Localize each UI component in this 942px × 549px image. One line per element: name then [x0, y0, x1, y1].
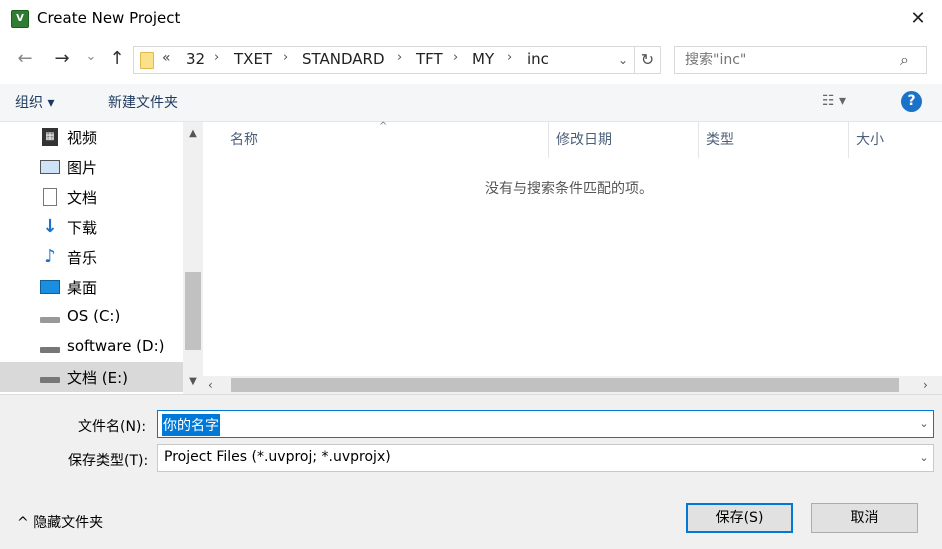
filetype-label: 保存类型(T):	[68, 453, 149, 469]
sidebar-item-label: 音乐	[67, 249, 98, 267]
sidebar-item-desktop[interactable]: 桌面	[0, 272, 183, 302]
os-drive-icon	[40, 317, 60, 323]
filetype-select[interactable]: Project Files (*.uvproj; *.uvprojx) ⌄	[157, 444, 934, 472]
horizontal-scrollbar[interactable]: ‹ ›	[203, 376, 942, 394]
breadcrumb-txet[interactable]: TXET	[234, 50, 272, 68]
hide-folders-toggle[interactable]: ^ 隐藏文件夹	[17, 512, 103, 532]
chevron-down-icon[interactable]: ⌄	[612, 47, 634, 73]
sidebar-item-music[interactable]: ♪ 音乐	[0, 242, 183, 272]
organize-button[interactable]: 组织 ▾	[15, 92, 54, 112]
sidebar-item-os-c[interactable]: OS (C:)	[0, 302, 183, 332]
breadcrumb-standard[interactable]: STANDARD	[302, 50, 385, 68]
scrollbar-thumb[interactable]	[231, 378, 899, 392]
column-header-size[interactable]: 大小	[848, 128, 942, 152]
empty-message: 没有与搜索条件匹配的项。	[485, 181, 653, 197]
sidebar-item-label: 图片	[67, 159, 98, 177]
filetype-value: Project Files (*.uvproj; *.uvprojx)	[164, 449, 391, 465]
documents-icon	[43, 188, 57, 206]
up-arrow-icon[interactable]: ↑	[104, 46, 130, 72]
filename-field[interactable]: 你的名字 ⌄	[157, 410, 934, 438]
chevron-right-icon[interactable]: ›	[214, 50, 219, 65]
title-bar: V Create New Project ✕	[0, 0, 942, 38]
sidebar-item-label: 桌面	[67, 279, 98, 297]
close-icon[interactable]: ✕	[895, 4, 941, 34]
chevron-right-icon[interactable]: ›	[453, 50, 458, 65]
address-overflow-icon[interactable]: «	[162, 50, 171, 66]
chevron-right-icon[interactable]: ›	[397, 50, 402, 65]
filename-value[interactable]: 你的名字	[162, 414, 220, 436]
back-arrow-icon[interactable]: ←	[12, 46, 38, 72]
drive-icon	[40, 347, 60, 353]
cancel-button[interactable]: 取消	[811, 503, 918, 533]
sidebar-item-label: 文档 (E:)	[67, 369, 129, 387]
search-input[interactable]	[685, 51, 885, 69]
navigation-pane: ▦ 视频 图片 文档 ↓ 下载 ♪ 音乐 桌面 OS (C:) software…	[0, 122, 203, 394]
scrollbar-thumb[interactable]	[185, 272, 201, 350]
scroll-down-icon[interactable]: ▼	[183, 372, 203, 392]
breadcrumb-tft[interactable]: TFT	[416, 50, 443, 68]
chevron-down-icon[interactable]: ⌄	[914, 411, 934, 437]
chevron-down-icon[interactable]: ⌄	[914, 445, 934, 471]
address-bar[interactable]: « 32 › TXET › STANDARD › TFT › MY › inc …	[133, 46, 661, 74]
column-header-type[interactable]: 类型	[698, 128, 848, 152]
scroll-left-icon[interactable]: ‹	[208, 376, 213, 394]
save-form: 文件名(N): 你的名字 ⌄ 保存类型(T): Project Files (*…	[0, 394, 942, 549]
sidebar-item-videos[interactable]: ▦ 视频	[0, 122, 183, 152]
new-folder-button[interactable]: 新建文件夹	[108, 92, 178, 112]
video-icon: ▦	[42, 128, 58, 146]
sidebar-item-pictures[interactable]: 图片	[0, 152, 183, 182]
sidebar-item-label: 下载	[67, 219, 98, 237]
music-icon: ♪	[44, 246, 56, 267]
recent-locations-chevron-icon[interactable]: ⌄	[78, 44, 104, 70]
refresh-icon[interactable]: ↻	[634, 47, 660, 73]
uvision-icon: V	[11, 10, 29, 28]
sidebar-item-documents[interactable]: 文档	[0, 182, 183, 212]
command-bar: 组织 ▾ 新建文件夹 ☷ ▾ ?	[0, 84, 942, 122]
sidebar-scrollbar[interactable]: ▲ ▼	[183, 122, 203, 394]
chevron-right-icon[interactable]: ›	[283, 50, 288, 65]
sidebar-item-software-d[interactable]: software (D:)	[0, 332, 183, 362]
breadcrumb-32[interactable]: 32	[186, 50, 205, 68]
forward-arrow-icon[interactable]: →	[49, 46, 75, 72]
sidebar-item-label: 视频	[67, 129, 98, 147]
chevron-up-icon: ^	[17, 515, 34, 531]
column-header-modified[interactable]: 修改日期	[548, 128, 698, 152]
drive-icon	[40, 377, 60, 383]
help-icon[interactable]: ?	[901, 91, 922, 112]
scroll-right-icon[interactable]: ›	[923, 376, 928, 394]
scroll-up-icon[interactable]: ▲	[183, 124, 203, 144]
chevron-right-icon[interactable]: ›	[507, 50, 512, 65]
sidebar-item-label: 文档	[67, 189, 98, 207]
sidebar-item-label: software (D:)	[67, 337, 165, 355]
pictures-icon	[40, 160, 60, 174]
downloads-icon: ↓	[42, 216, 58, 237]
desktop-icon	[40, 280, 60, 294]
window-title: Create New Project	[37, 9, 181, 27]
view-options-button[interactable]: ☷ ▾	[822, 93, 846, 109]
folder-icon	[140, 52, 154, 69]
save-button[interactable]: 保存(S)	[686, 503, 793, 533]
breadcrumb-inc[interactable]: inc	[527, 50, 549, 68]
column-header-name[interactable]: 名称	[222, 128, 548, 152]
file-list[interactable]: ^ 名称 修改日期 类型 大小 没有与搜索条件匹配的项。	[203, 121, 942, 376]
hide-folders-label: 隐藏文件夹	[33, 515, 104, 531]
search-icon[interactable]: ⌕	[900, 50, 909, 70]
sidebar-item-documents-e[interactable]: 文档 (E:)	[0, 362, 183, 392]
search-box[interactable]: ⌕	[674, 46, 927, 74]
sidebar-item-downloads[interactable]: ↓ 下载	[0, 212, 183, 242]
breadcrumb-my[interactable]: MY	[472, 50, 494, 68]
sidebar-item-label: OS (C:)	[67, 307, 121, 325]
filename-label: 文件名(N):	[78, 419, 147, 435]
